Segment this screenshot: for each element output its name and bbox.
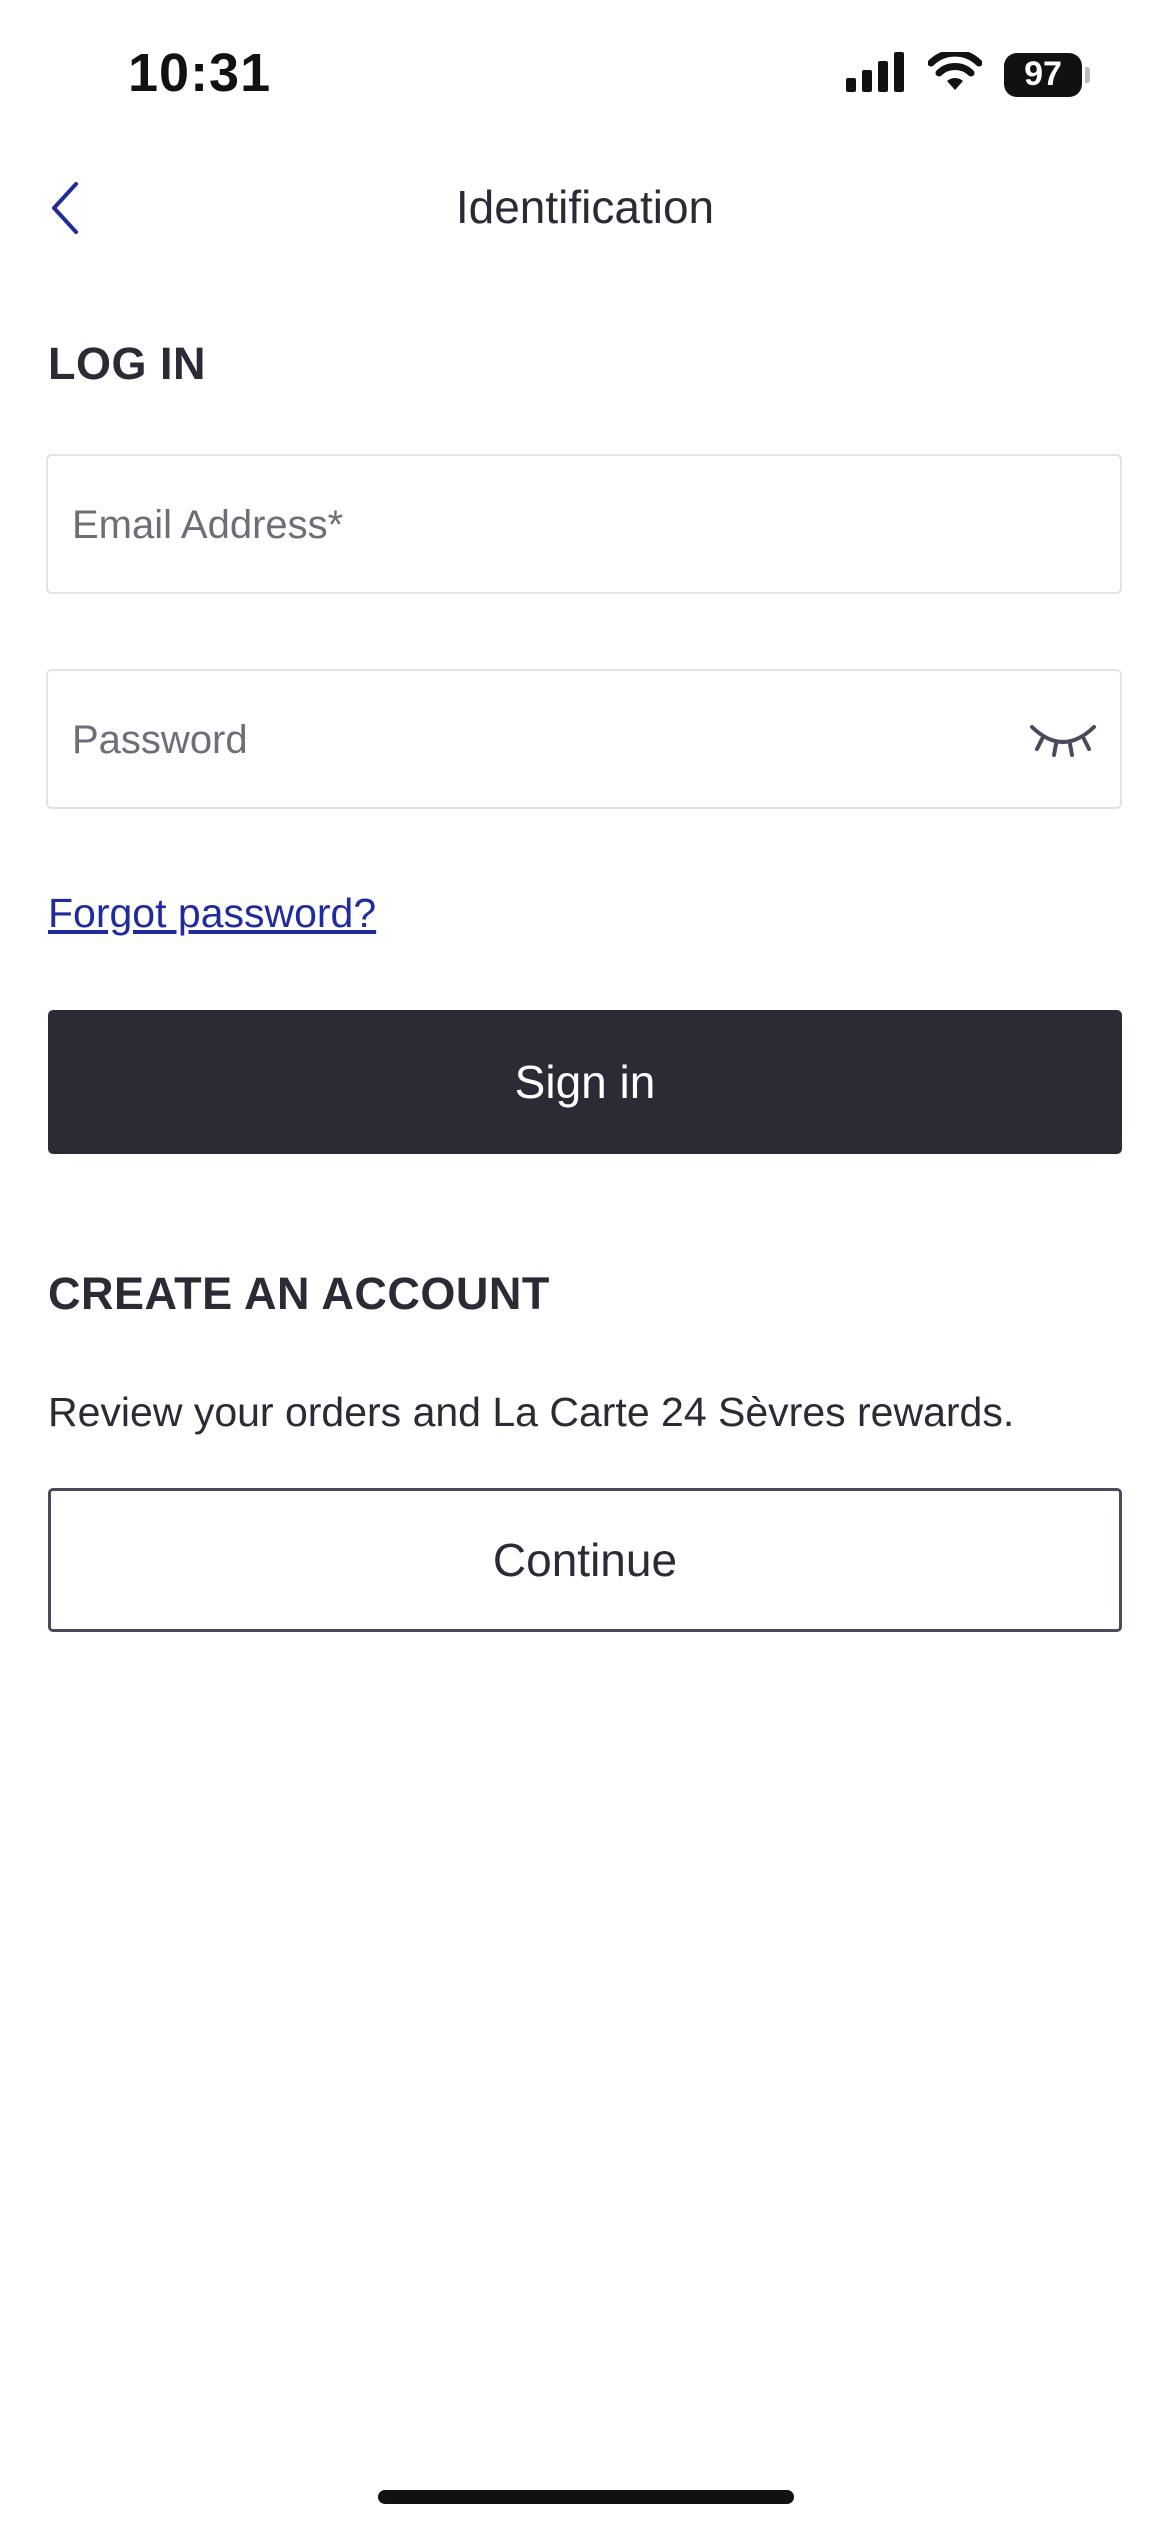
wifi-icon bbox=[927, 49, 983, 97]
battery-cap bbox=[1085, 66, 1090, 83]
page-title: Identification bbox=[455, 181, 715, 233]
sign-in-button[interactable]: Sign in bbox=[48, 1010, 1122, 1154]
eye-closed-icon[interactable] bbox=[1028, 713, 1098, 763]
status-time: 10:31 bbox=[128, 43, 272, 103]
continue-button[interactable]: Continue bbox=[48, 1488, 1122, 1632]
battery-icon: 97 bbox=[1004, 52, 1090, 97]
cellular-signal-icon bbox=[846, 52, 906, 97]
nav-header: Identification bbox=[0, 150, 1170, 270]
continue-label: Continue bbox=[492, 1534, 678, 1586]
create-account-heading: CREATE AN ACCOUNT bbox=[48, 1268, 550, 1319]
email-field-container bbox=[46, 454, 1122, 594]
forgot-password-link[interactable]: Forgot password? bbox=[48, 890, 376, 937]
password-field[interactable] bbox=[70, 671, 1034, 809]
password-field-container bbox=[46, 669, 1122, 809]
battery-level: 97 bbox=[1004, 52, 1082, 97]
status-icons: 97 bbox=[846, 49, 1090, 97]
login-heading: LOG IN bbox=[48, 338, 206, 389]
home-indicator[interactable] bbox=[378, 2490, 794, 2504]
status-bar: 10:31 97 bbox=[0, 0, 1170, 150]
email-field[interactable] bbox=[70, 456, 1034, 594]
create-account-description: Review your orders and La Carte 24 Sèvre… bbox=[48, 1389, 1015, 1435]
sign-in-label: Sign in bbox=[514, 1056, 656, 1108]
